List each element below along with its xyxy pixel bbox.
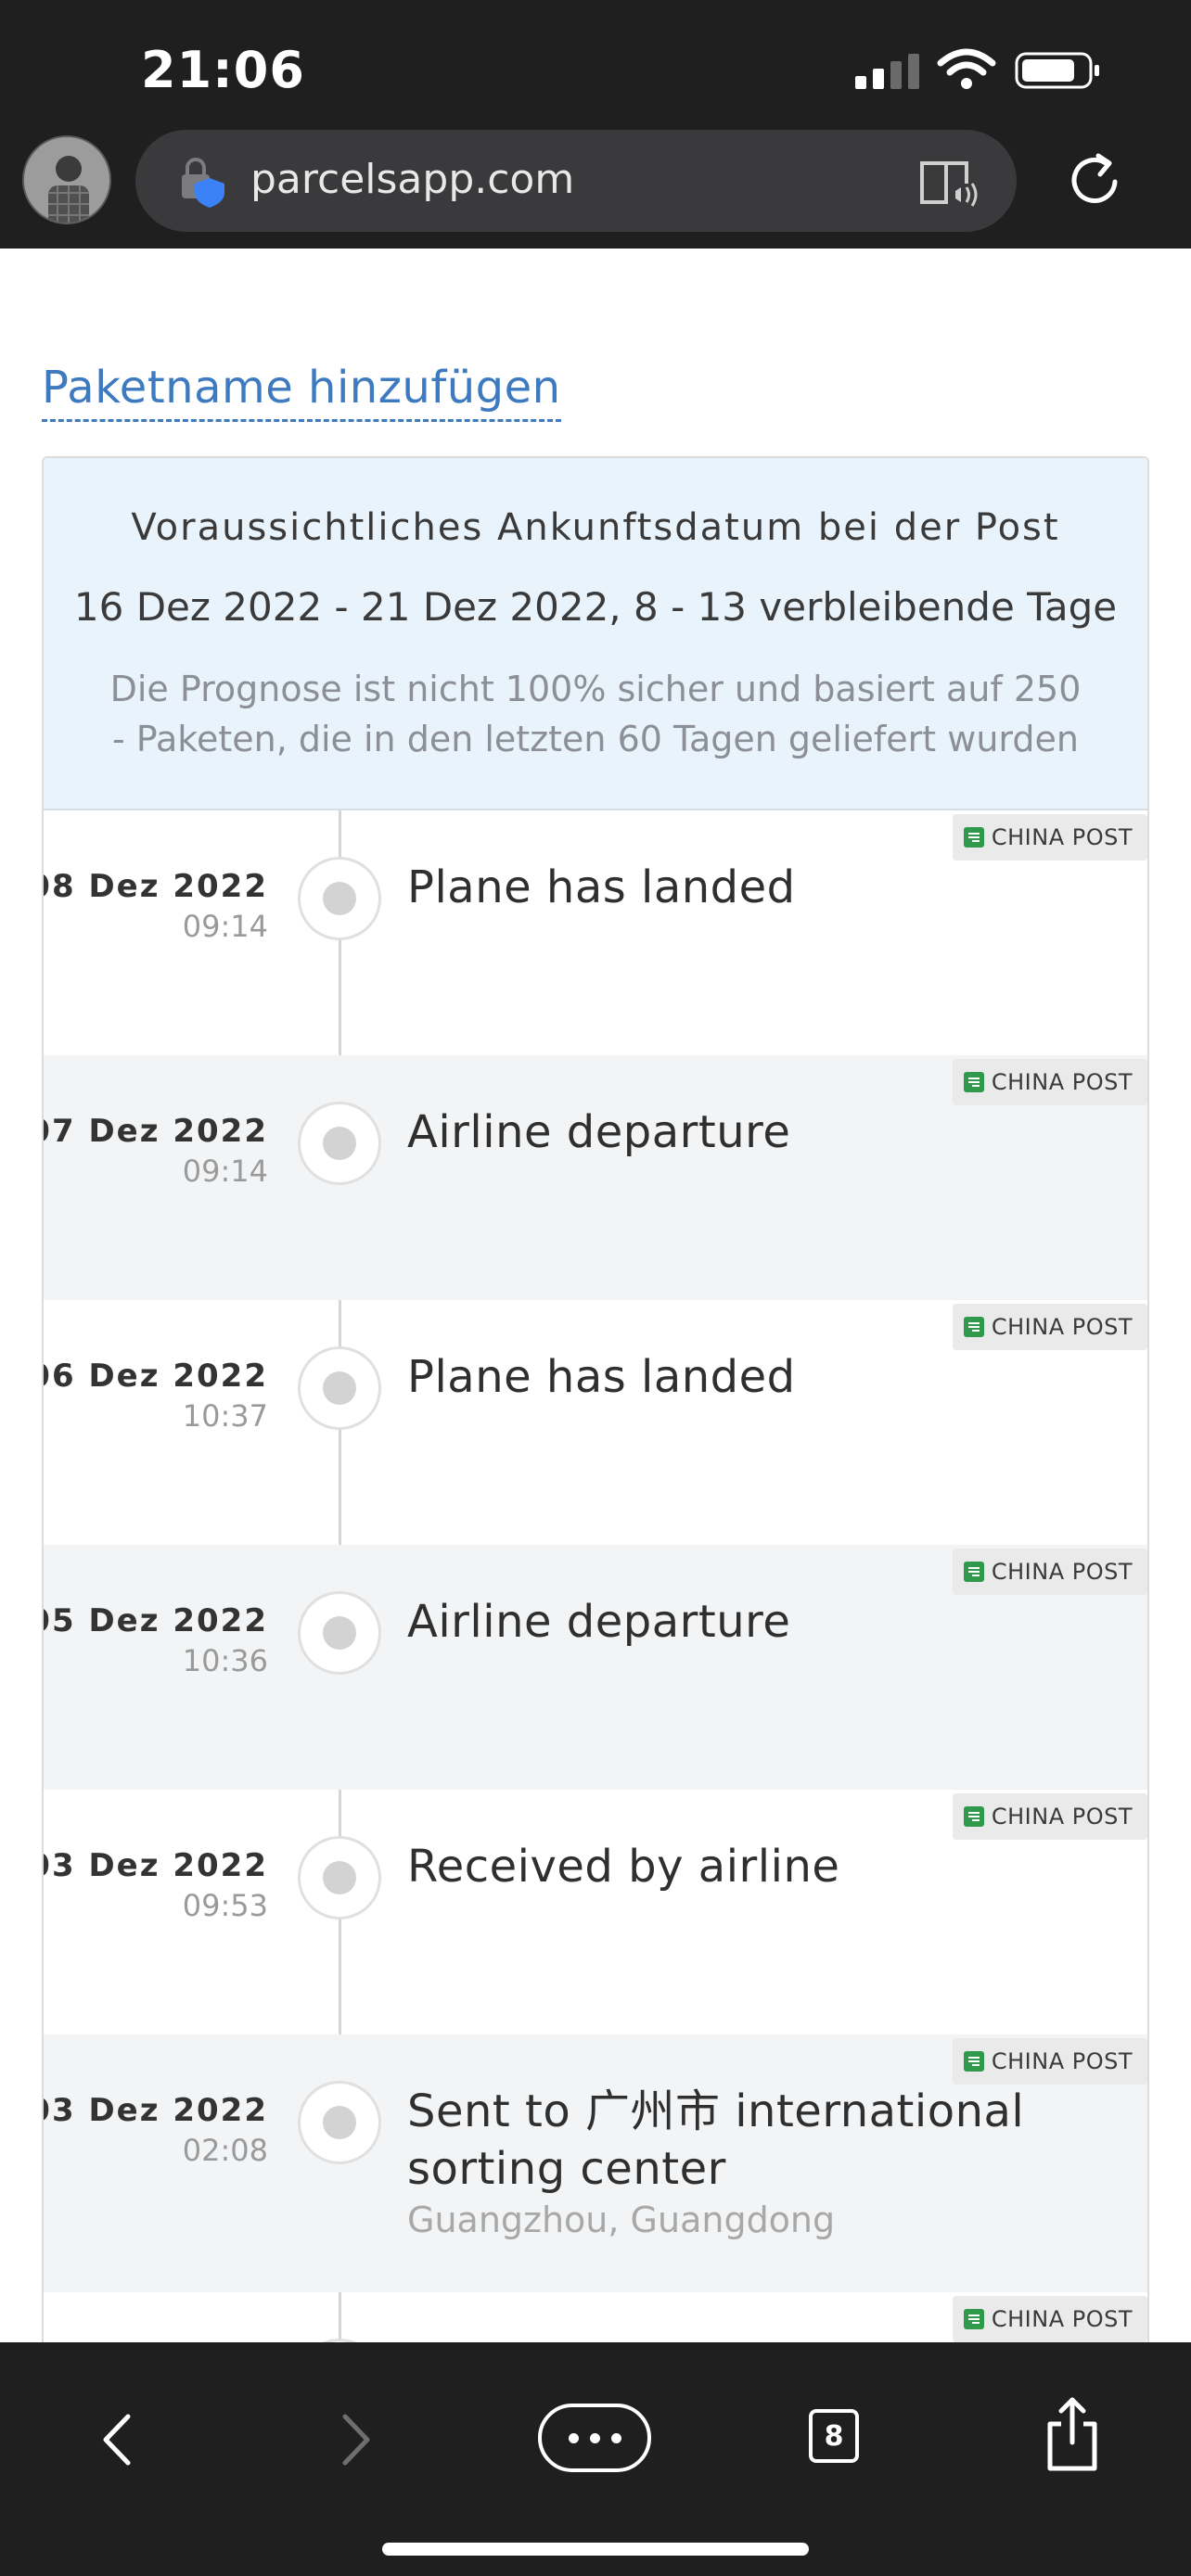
china-post-logo-icon (963, 2051, 984, 2072)
event-date: 03 Dez 2022 (42, 1847, 268, 1884)
share-icon[interactable] (1044, 2394, 1100, 2472)
carrier-name: CHINA POST (991, 824, 1133, 850)
tracking-event: CHINA POST (44, 2292, 1147, 2342)
home-indicator[interactable] (382, 2543, 809, 2556)
timeline-dot (298, 1836, 381, 1919)
carrier-badge: CHINA POST (952, 1793, 1147, 1840)
event-title: Airline departure (407, 1106, 791, 1158)
tracking-event: 06 Dez 2022 10:37 Plane has landed CHINA… (44, 1300, 1147, 1545)
tabs-icon[interactable]: 8 (809, 2409, 859, 2463)
event-time: 10:36 (182, 1643, 268, 1678)
event-date: 07 Dez 2022 (42, 1113, 268, 1150)
event-location: Guangzhou, Guangdong (407, 2200, 836, 2240)
url-text[interactable]: parcelsapp.com (250, 156, 574, 203)
tracking-event: 03 Dez 2022 09:53 Received by airline CH… (44, 1790, 1147, 2034)
privacy-lock-icon[interactable] (178, 156, 228, 208)
tracking-event: 05 Dez 2022 10:36 Airline departure CHIN… (44, 1545, 1147, 1790)
tracking-card: Voraussichtliches Ankunftsdatum bei der … (42, 456, 1149, 2342)
address-bar[interactable]: parcelsapp.com (135, 130, 1017, 232)
carrier-name: CHINA POST (991, 1559, 1133, 1585)
web-page-content: Paketname hinzufügen Voraussichtliches A… (0, 249, 1191, 2342)
event-date: 03 Dez 2022 (42, 2092, 268, 2129)
event-title: Plane has landed (407, 1351, 796, 1403)
tracking-event: 08 Dez 2022 09:14 Plane has landed CHINA… (44, 810, 1147, 1055)
carrier-name: CHINA POST (991, 1804, 1133, 1830)
more-icon[interactable] (538, 2404, 651, 2472)
event-time: 10:37 (182, 1398, 268, 1434)
event-time: 09:14 (182, 909, 268, 944)
browser-bottom-toolbar: 8 (0, 2342, 1191, 2576)
timeline-dot (298, 2081, 381, 2164)
battery-icon (1015, 52, 1099, 89)
carrier-name: CHINA POST (991, 1314, 1133, 1340)
browser-top-bar: 21:06 parcelsapp.com (0, 0, 1191, 249)
cellular-signal-icon (855, 54, 919, 89)
arrival-estimate-panel: Voraussichtliches Ankunftsdatum bei der … (44, 458, 1147, 810)
china-post-logo-icon (963, 827, 984, 848)
china-post-logo-icon (963, 1562, 984, 1582)
reader-mode-icon[interactable] (918, 156, 980, 208)
timeline-dot (298, 1102, 381, 1185)
estimate-disclaimer: Die Prognose ist nicht 100% sicher und b… (109, 669, 1082, 759)
timeline-dot (298, 1346, 381, 1430)
event-title: Plane has landed (407, 861, 796, 913)
event-date: 06 Dez 2022 (42, 1358, 268, 1395)
event-date: 05 Dez 2022 (42, 1602, 268, 1639)
status-time: 21:06 (141, 41, 305, 99)
timeline-dot (298, 1591, 381, 1675)
estimate-title: Voraussichtliches Ankunftsdatum bei der … (131, 506, 1060, 549)
carrier-badge: CHINA POST (952, 2296, 1147, 2342)
wifi-icon (937, 48, 996, 89)
carrier-name: CHINA POST (991, 2048, 1133, 2074)
event-title: Received by airline (407, 1841, 840, 1893)
estimate-date-range: 16 Dez 2022 - 21 Dez 2022, 8 - 13 verble… (73, 584, 1118, 630)
china-post-logo-icon (963, 2309, 984, 2329)
timeline-dot (298, 857, 381, 940)
reload-icon[interactable] (1065, 150, 1126, 211)
carrier-name: CHINA POST (991, 1069, 1133, 1095)
event-title: Sent to 广州市 international sorting center (407, 2085, 1025, 2195)
carrier-badge: CHINA POST (952, 814, 1147, 861)
carrier-badge: CHINA POST (952, 2038, 1147, 2085)
add-package-name-link[interactable]: Paketname hinzufügen (42, 362, 561, 422)
event-time: 09:53 (182, 1888, 268, 1923)
carrier-name: CHINA POST (991, 2306, 1133, 2332)
profile-avatar[interactable] (22, 135, 111, 224)
event-time: 09:14 (182, 1154, 268, 1189)
tracking-event: 07 Dez 2022 09:14 Airline departure CHIN… (44, 1055, 1147, 1300)
carrier-badge: CHINA POST (952, 1549, 1147, 1595)
forward-icon[interactable] (334, 2407, 380, 2472)
carrier-badge: CHINA POST (952, 1304, 1147, 1350)
event-date: 08 Dez 2022 (42, 868, 268, 905)
china-post-logo-icon (963, 1072, 984, 1092)
tracking-event: 03 Dez 2022 02:08 Sent to 广州市 internatio… (44, 2034, 1147, 2292)
carrier-badge: CHINA POST (952, 1059, 1147, 1105)
china-post-logo-icon (963, 1806, 984, 1827)
event-time: 02:08 (182, 2133, 268, 2168)
event-title: Airline departure (407, 1596, 791, 1648)
back-icon[interactable] (93, 2407, 139, 2472)
china-post-logo-icon (963, 1317, 984, 1337)
